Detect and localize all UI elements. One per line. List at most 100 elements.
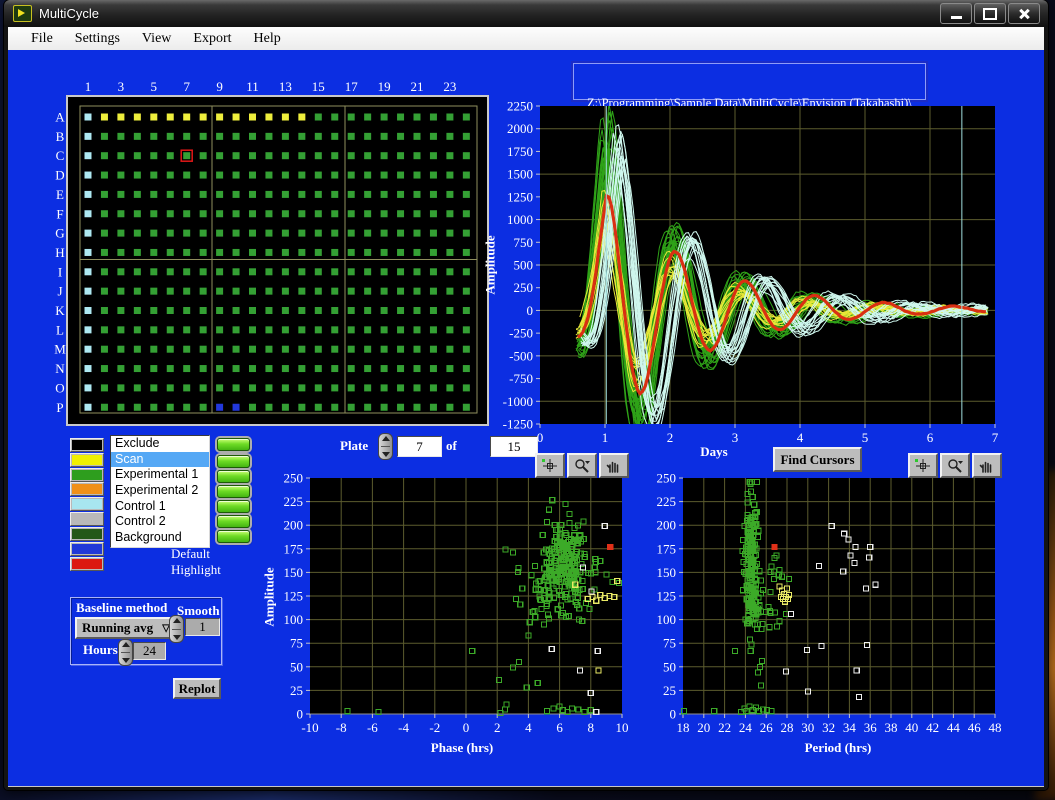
well-E18[interactable] bbox=[364, 191, 371, 198]
well-C21[interactable] bbox=[414, 152, 421, 159]
legend-item-scan[interactable]: Scan bbox=[111, 452, 209, 468]
close-button[interactable] bbox=[1008, 3, 1040, 24]
well-D7[interactable] bbox=[183, 172, 190, 179]
well-P11[interactable] bbox=[249, 404, 256, 411]
well-C19[interactable] bbox=[381, 152, 388, 159]
well-A10[interactable] bbox=[233, 114, 240, 121]
well-H21[interactable] bbox=[414, 249, 421, 256]
well-M12[interactable] bbox=[265, 346, 272, 353]
well-P14[interactable] bbox=[298, 404, 305, 411]
well-O12[interactable] bbox=[265, 384, 272, 391]
well-F19[interactable] bbox=[381, 210, 388, 217]
well-J11[interactable] bbox=[249, 288, 256, 295]
well-O6[interactable] bbox=[167, 384, 174, 391]
well-O10[interactable] bbox=[233, 384, 240, 391]
well-K11[interactable] bbox=[249, 307, 256, 314]
well-B12[interactable] bbox=[265, 133, 272, 140]
well-C1[interactable] bbox=[85, 152, 92, 159]
well-M6[interactable] bbox=[167, 346, 174, 353]
well-B14[interactable] bbox=[298, 133, 305, 140]
legend-item-control-1[interactable]: Control 1 bbox=[111, 499, 209, 515]
well-G15[interactable] bbox=[315, 230, 322, 237]
plate-map[interactable]: 1357911131517192123ABCDEFGHIJKLMNOP bbox=[48, 78, 498, 430]
well-K15[interactable] bbox=[315, 307, 322, 314]
well-I18[interactable] bbox=[364, 268, 371, 275]
well-P6[interactable] bbox=[167, 404, 174, 411]
well-K16[interactable] bbox=[331, 307, 338, 314]
well-A2[interactable] bbox=[101, 114, 108, 121]
well-H12[interactable] bbox=[265, 249, 272, 256]
well-A19[interactable] bbox=[381, 114, 388, 121]
well-A22[interactable] bbox=[430, 114, 437, 121]
well-A6[interactable] bbox=[167, 114, 174, 121]
well-M19[interactable] bbox=[381, 346, 388, 353]
well-I10[interactable] bbox=[233, 268, 240, 275]
well-A8[interactable] bbox=[200, 114, 207, 121]
legend-item-exclude[interactable]: Exclude bbox=[111, 436, 209, 452]
spin-up-icon[interactable] bbox=[382, 436, 390, 441]
well-D8[interactable] bbox=[200, 172, 207, 179]
well-A1[interactable] bbox=[85, 114, 92, 121]
well-L10[interactable] bbox=[233, 326, 240, 333]
well-E13[interactable] bbox=[282, 191, 289, 198]
well-D4[interactable] bbox=[134, 172, 141, 179]
well-G1[interactable] bbox=[85, 230, 92, 237]
well-M5[interactable] bbox=[150, 346, 157, 353]
well-N7[interactable] bbox=[183, 365, 190, 372]
well-O14[interactable] bbox=[298, 384, 305, 391]
well-F14[interactable] bbox=[298, 210, 305, 217]
well-E10[interactable] bbox=[233, 191, 240, 198]
well-D1[interactable] bbox=[85, 172, 92, 179]
well-H8[interactable] bbox=[200, 249, 207, 256]
well-J17[interactable] bbox=[348, 288, 355, 295]
well-J8[interactable] bbox=[200, 288, 207, 295]
well-E1[interactable] bbox=[85, 191, 92, 198]
well-H22[interactable] bbox=[430, 249, 437, 256]
legend-item-control-2[interactable]: Control 2 bbox=[111, 514, 209, 530]
well-J18[interactable] bbox=[364, 288, 371, 295]
well-H17[interactable] bbox=[348, 249, 355, 256]
well-B6[interactable] bbox=[167, 133, 174, 140]
plate-spinner[interactable] bbox=[378, 433, 393, 460]
well-B1[interactable] bbox=[85, 133, 92, 140]
well-I22[interactable] bbox=[430, 268, 437, 275]
well-C13[interactable] bbox=[282, 152, 289, 159]
well-J16[interactable] bbox=[331, 288, 338, 295]
well-F10[interactable] bbox=[233, 210, 240, 217]
period-scatter-chart[interactable]: 1820222426283032343638404244464802550751… bbox=[640, 470, 1020, 770]
well-L11[interactable] bbox=[249, 326, 256, 333]
well-C11[interactable] bbox=[249, 152, 256, 159]
well-O9[interactable] bbox=[216, 384, 223, 391]
well-J1[interactable] bbox=[85, 288, 92, 295]
well-D20[interactable] bbox=[397, 172, 404, 179]
legend-listbox[interactable]: ExcludeScanExperimental 1Experimental 2C… bbox=[110, 435, 210, 548]
hours-spinner[interactable] bbox=[118, 639, 133, 666]
well-N12[interactable] bbox=[265, 365, 272, 372]
well-P1[interactable] bbox=[85, 404, 92, 411]
well-J20[interactable] bbox=[397, 288, 404, 295]
well-N20[interactable] bbox=[397, 365, 404, 372]
maximize-button[interactable] bbox=[974, 3, 1006, 24]
well-A7[interactable] bbox=[183, 114, 190, 121]
well-P13[interactable] bbox=[282, 404, 289, 411]
well-N22[interactable] bbox=[430, 365, 437, 372]
well-J3[interactable] bbox=[117, 288, 124, 295]
well-G9[interactable] bbox=[216, 230, 223, 237]
swatch-exclude[interactable] bbox=[70, 438, 104, 452]
well-H1[interactable] bbox=[85, 249, 92, 256]
well-A5[interactable] bbox=[150, 114, 157, 121]
well-I13[interactable] bbox=[282, 268, 289, 275]
well-P10[interactable] bbox=[233, 404, 240, 411]
well-N19[interactable] bbox=[381, 365, 388, 372]
well-J19[interactable] bbox=[381, 288, 388, 295]
well-F18[interactable] bbox=[364, 210, 371, 217]
well-G21[interactable] bbox=[414, 230, 421, 237]
well-E21[interactable] bbox=[414, 191, 421, 198]
well-O3[interactable] bbox=[117, 384, 124, 391]
well-L21[interactable] bbox=[414, 326, 421, 333]
well-F2[interactable] bbox=[101, 210, 108, 217]
well-K13[interactable] bbox=[282, 307, 289, 314]
well-F21[interactable] bbox=[414, 210, 421, 217]
well-D10[interactable] bbox=[233, 172, 240, 179]
well-M15[interactable] bbox=[315, 346, 322, 353]
